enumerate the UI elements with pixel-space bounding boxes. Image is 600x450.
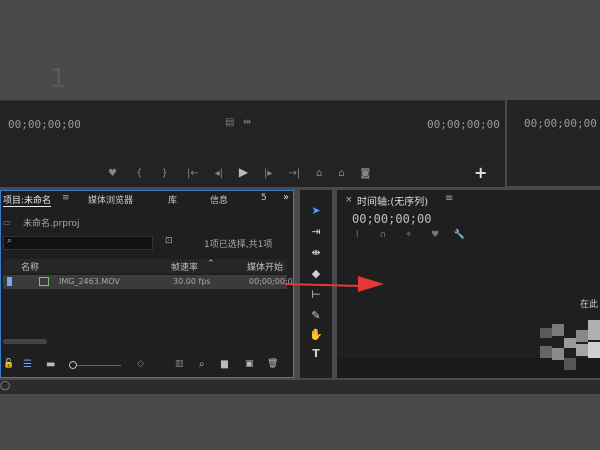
new-item-icon[interactable]: ▣	[245, 359, 254, 369]
snap-icon[interactable]: ⌇	[355, 230, 359, 240]
source-timecode-left: 00;00;00;00	[8, 118, 81, 131]
column-fps[interactable]: 帧速率	[171, 260, 198, 273]
overwrite-icon[interactable]: ⌂	[338, 168, 344, 179]
timeline-timecode: 00;00;00;00	[352, 212, 432, 226]
list-view-icon[interactable]: ☰	[23, 359, 32, 370]
track-select-tool-icon[interactable]: ⇥	[308, 225, 324, 239]
program-timecode: 00;00;00;00	[524, 117, 597, 130]
project-bottom-toolbar: 🔓 ☰ ▬ ◇ ▥ ⌕ ▆ ▣ 🗑	[1, 356, 295, 378]
menu-icon[interactable]: ≡	[62, 193, 70, 203]
go-to-out-icon[interactable]: →|	[288, 168, 300, 179]
program-monitor: 00;00;00;00	[507, 100, 600, 186]
sort-order-icon[interactable]: ◇	[137, 359, 144, 369]
marker-icon[interactable]: ♥	[108, 168, 117, 179]
slip-tool-icon[interactable]: ⊢	[308, 288, 324, 302]
camera-icon[interactable]: ◙	[361, 168, 371, 179]
folder-icon: ▭	[3, 218, 11, 227]
sort-icon[interactable]: ⌃	[207, 259, 215, 269]
add-marker-icon[interactable]: ⌖	[406, 230, 411, 240]
new-bin-icon[interactable]: ⊡	[165, 236, 173, 246]
status-icon: ◯	[0, 381, 11, 391]
razor-tool-icon[interactable]: ◆	[308, 267, 324, 281]
column-name[interactable]: 名称	[21, 260, 39, 273]
close-icon[interactable]: ×	[345, 195, 353, 205]
find-icon[interactable]: ⌕	[199, 359, 205, 370]
insert-icon[interactable]: ⌂	[316, 168, 322, 179]
status-strip: ◯	[0, 380, 600, 394]
clip-fps: 30.00 fps	[173, 277, 211, 286]
selection-tool-icon[interactable]: ➤	[308, 204, 324, 218]
tab-info[interactable]: 信息	[210, 193, 228, 206]
tab-library[interactable]: 库	[168, 193, 177, 206]
automate-icon[interactable]: ▥	[175, 359, 184, 369]
zoom-slider-handle[interactable]	[69, 361, 77, 369]
project-tabs: 项目:未命名 ≡ 媒体浏览器 库 信息 5 »	[1, 191, 295, 207]
trash-icon[interactable]: 🗑	[267, 359, 278, 369]
tab-project[interactable]: 项目:未命名	[3, 193, 52, 207]
new-folder-icon[interactable]: ▆	[221, 359, 228, 369]
timeline-title: 时间轴:(无序列)	[357, 197, 429, 208]
mark-in-icon[interactable]: {	[136, 168, 142, 179]
timeline-drop-hint: 在此	[580, 300, 599, 310]
ripple-edit-tool-icon[interactable]: ⇼	[308, 246, 324, 260]
pen-tool-icon[interactable]: ✎	[308, 309, 324, 323]
source-timecode-right: 00;00;00;00	[427, 118, 500, 131]
search-input[interactable]: ⌕	[3, 236, 153, 250]
playback-controls: ♥ { } |← ◂| ▶ |▸ →| ⌂ ⌂ ◙	[108, 165, 370, 179]
zoom-slider-track[interactable]	[77, 365, 121, 366]
label-color-swatch	[7, 277, 12, 286]
marker-icon-2[interactable]: ♥	[431, 230, 439, 240]
search-icon: ⌕	[7, 236, 13, 246]
clip-name: IMG_2463.MOV	[59, 277, 120, 286]
selection-status: 1项已选择,共1项	[204, 240, 273, 250]
linked-selection-icon[interactable]: ∩	[379, 230, 386, 240]
export-frame-icon[interactable]: ▤	[225, 117, 234, 128]
project-file-name: 未命名.prproj	[23, 219, 80, 229]
source-monitor: 00;00;00;00 ▤ ⇹ 00;00;00;00 ♥ { } |← ◂| …	[0, 100, 505, 187]
play-icon[interactable]: ▶	[239, 165, 248, 179]
tab-overflow[interactable]: 5	[261, 193, 267, 203]
video-clip-icon	[39, 277, 49, 286]
type-tool-icon[interactable]: T	[308, 347, 324, 361]
icon-view-icon[interactable]: ▬	[46, 359, 55, 370]
table-row[interactable]: IMG_2463.MOV 30.00 fps 00;00;00;0	[3, 275, 293, 289]
column-media-start[interactable]: 媒体开始	[247, 260, 283, 273]
blurred-region	[540, 320, 600, 378]
more-tabs-icon[interactable]: »	[283, 192, 289, 203]
annotation-arrow-head	[358, 276, 384, 292]
timeline-controls: ⌇ ∩ ⌖ ♥ 🔧	[355, 230, 465, 240]
step-forward-icon[interactable]: |▸	[264, 168, 272, 179]
lock-icon[interactable]: 🔓	[3, 359, 14, 369]
go-to-in-icon[interactable]: |←	[187, 168, 199, 179]
project-panel: 项目:未命名 ≡ 媒体浏览器 库 信息 5 » ▭ 未命名.prproj ⌕ ⊡…	[0, 190, 294, 378]
hand-tool-icon[interactable]: ✋	[308, 328, 324, 342]
add-button-icon[interactable]: +	[474, 163, 487, 182]
mark-out-icon[interactable]: }	[162, 168, 168, 179]
horizontal-scrollbar[interactable]	[3, 339, 47, 344]
column-header: 名称 帧速率 ⌃ 媒体开始	[3, 259, 287, 273]
wrench-icon[interactable]: 🔧	[454, 230, 465, 240]
step-back-icon[interactable]: ◂|	[215, 168, 223, 179]
tab-media-browser[interactable]: 媒体浏览器	[88, 193, 133, 206]
step-number: 1	[50, 64, 67, 94]
timeline-menu-icon[interactable]: ≡	[445, 193, 453, 204]
settings-icon[interactable]: ⇹	[243, 117, 251, 128]
